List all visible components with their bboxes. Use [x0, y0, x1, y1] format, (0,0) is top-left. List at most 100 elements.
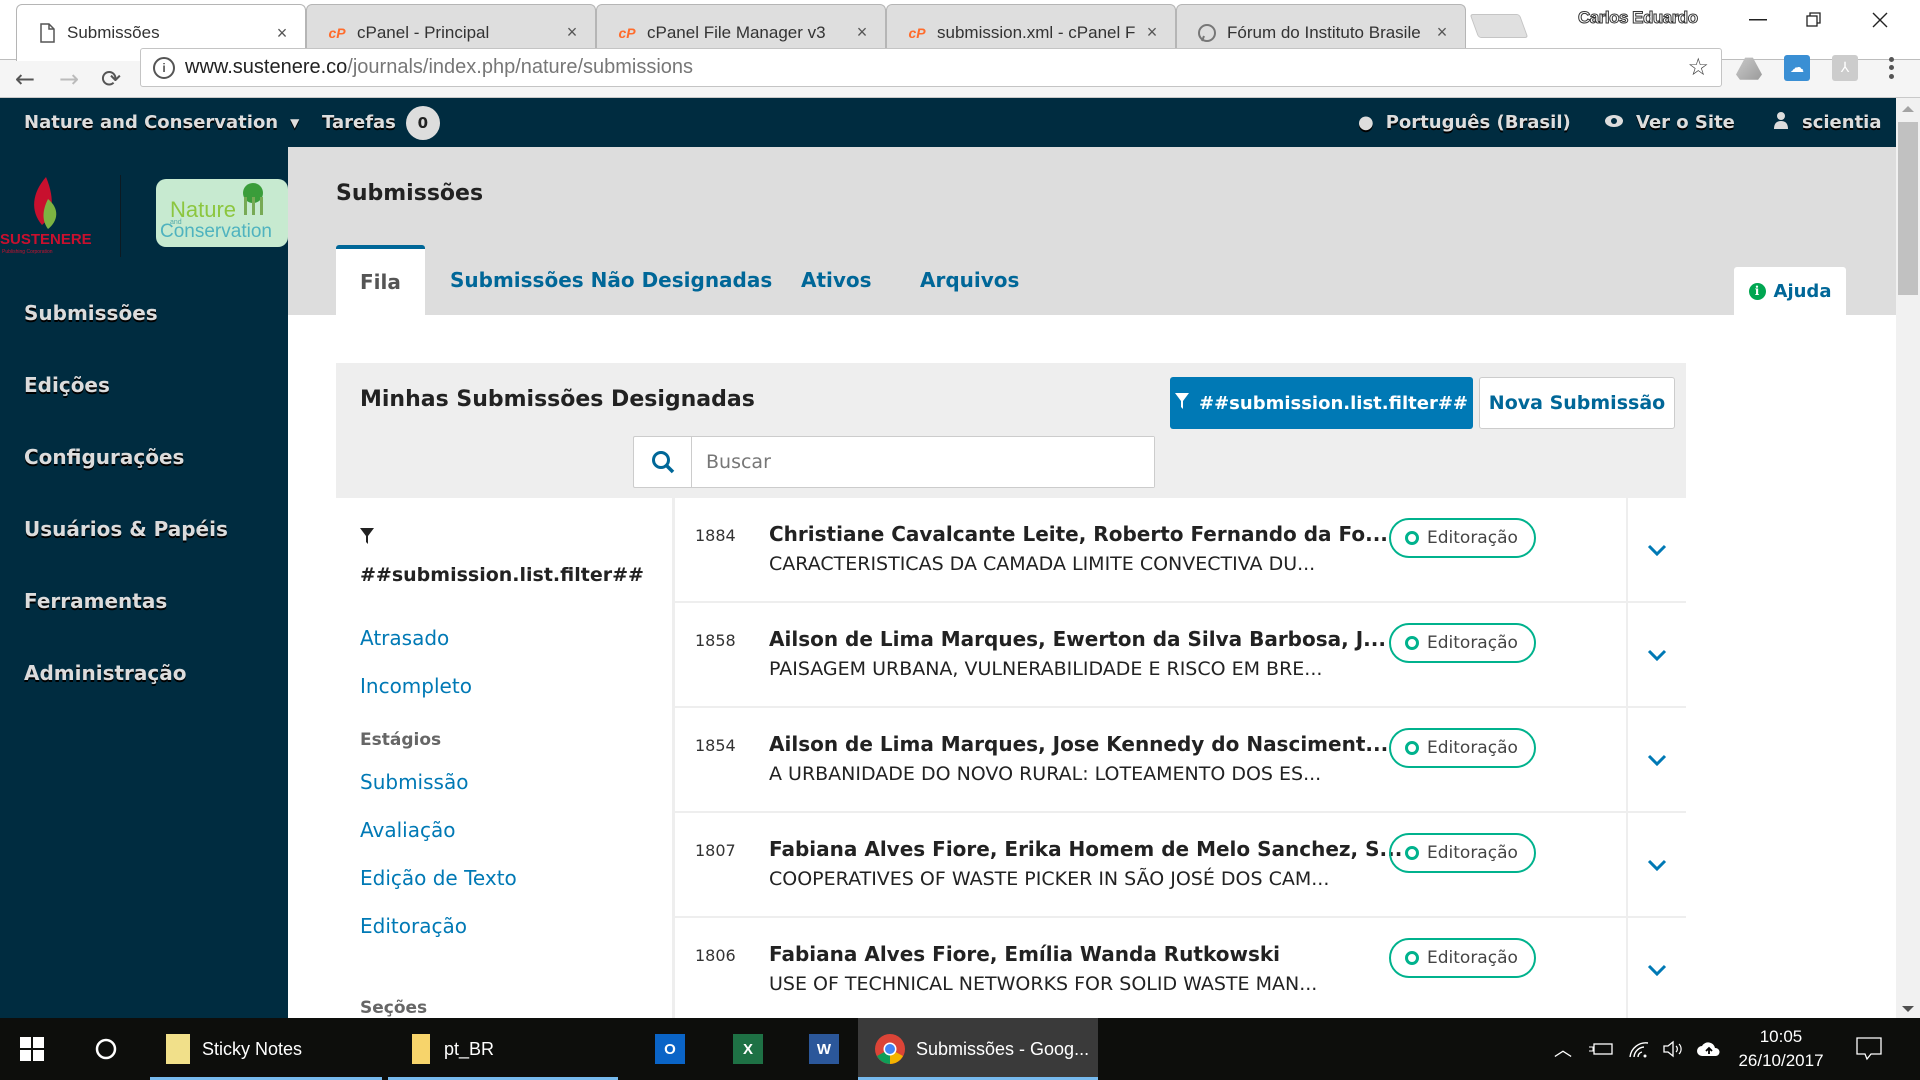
sidebar-item-administration[interactable]: Administração [24, 661, 187, 685]
show-hidden-icons[interactable]: ︿ [1554, 1018, 1572, 1080]
action-center-icon[interactable] [1856, 1018, 1882, 1080]
tab-queue[interactable]: Fila [336, 245, 425, 315]
back-icon[interactable]: ← [10, 64, 40, 94]
scroll-up-icon[interactable] [1902, 106, 1914, 112]
submission-title[interactable]: CARACTERISTICAS DA CAMADA LIMITE CONVECT… [769, 553, 1315, 575]
taskbar-app-word[interactable]: W [802, 1018, 846, 1080]
close-window-icon[interactable] [1850, 0, 1910, 40]
sidebar-item-tools[interactable]: Ferramentas [24, 589, 167, 613]
submission-title[interactable]: USE OF TECHNICAL NETWORKS FOR SOLID WAST… [769, 973, 1317, 995]
reload-icon[interactable]: ⟳ [96, 64, 126, 94]
list-title: Minhas Submissões Designadas [360, 387, 755, 412]
expand-button[interactable] [1626, 498, 1686, 601]
taskbar-app-excel[interactable]: X [726, 1018, 770, 1080]
volume-icon[interactable] [1662, 1018, 1686, 1080]
submission-row[interactable]: 1806 Fabiana Alves Fiore, Emília Wanda R… [675, 918, 1686, 1021]
address-bar[interactable]: i www.sustenere.co/journals/index.php/na… [140, 48, 1722, 87]
tab-active[interactable]: Ativos [801, 245, 872, 315]
expand-button[interactable] [1626, 603, 1686, 706]
submission-row[interactable]: 1884 Christiane Cavalcante Leite, Robert… [675, 498, 1686, 601]
cpanel-icon: cP [328, 24, 346, 41]
close-tab-icon[interactable]: × [273, 23, 291, 44]
submission-title[interactable]: A URBANIDADE DO NOVO RURAL: LOTEAMENTO D… [769, 763, 1321, 785]
chevron-down-icon [1647, 544, 1667, 556]
filter-stage-copyediting[interactable]: Edição de Texto [360, 866, 517, 890]
sidebar-item-submissions[interactable]: Submissões [24, 301, 158, 325]
chrome-menu-icon[interactable] [1886, 55, 1896, 81]
filter-stage-production[interactable]: Editoração [360, 914, 467, 938]
close-tab-icon[interactable]: × [1143, 22, 1161, 43]
close-tab-icon[interactable]: × [853, 22, 871, 43]
battery-icon[interactable] [1588, 1018, 1614, 1080]
filter-button-label: ##submission.list.filter## [1199, 392, 1468, 414]
taskbar-app-sticky-notes[interactable]: Sticky Notes [150, 1018, 382, 1080]
close-tab-icon[interactable]: × [563, 22, 581, 43]
submission-row[interactable]: 1807 Fabiana Alves Fiore, Erika Homem de… [675, 813, 1686, 916]
url-host: www.sustenere.co [185, 56, 348, 78]
taskbar-app-outlook[interactable]: O [648, 1018, 692, 1080]
onedrive-upload-icon[interactable] [1696, 1018, 1722, 1080]
filter-stage-submission[interactable]: Submissão [360, 770, 468, 794]
taskbar-app-label: Submissões - Goog... [916, 1038, 1090, 1059]
excel-icon: X [733, 1034, 763, 1064]
scroll-down-icon[interactable] [1902, 1006, 1914, 1012]
tab-title: Submissões [67, 23, 160, 42]
close-tab-icon[interactable]: × [1433, 22, 1451, 43]
tasks-label: Tarefas [322, 112, 396, 133]
expand-button[interactable] [1626, 918, 1686, 1021]
tab-unassigned[interactable]: Submissões Não Designadas [450, 245, 772, 315]
taskbar-app-folder[interactable]: pt_BR [388, 1018, 618, 1080]
submission-authors[interactable]: Ailson de Lima Marques, Ewerton da Silva… [769, 627, 1386, 651]
sidebar-item-users-roles[interactable]: Usuários & Papéis [24, 517, 228, 541]
sustenere-logo[interactable]: SUSTENERE Publishing Corporation [0, 169, 95, 259]
expand-button[interactable] [1626, 813, 1686, 916]
publisher-subtitle: Publishing Corporation [2, 249, 53, 255]
new-submission-button[interactable]: Nova Submissão [1479, 377, 1675, 429]
taskbar-app-chrome[interactable]: Submissões - Goog... [858, 1018, 1098, 1080]
scrollbar-thumb[interactable] [1898, 122, 1918, 295]
profile-name[interactable]: Carlos Eduardo [1578, 8, 1699, 28]
wifi-icon[interactable] [1628, 1018, 1650, 1080]
restore-icon[interactable] [1784, 0, 1844, 40]
filter-incomplete[interactable]: Incompleto [360, 674, 472, 698]
cortana-icon[interactable] [94, 1018, 124, 1080]
help-button[interactable]: i Ajuda [1734, 267, 1846, 315]
sidebar-item-issues[interactable]: Edições [24, 373, 110, 397]
windows-start-icon[interactable] [20, 1018, 50, 1080]
submission-row[interactable]: 1858 Ailson de Lima Marques, Ewerton da … [675, 603, 1686, 706]
submission-authors[interactable]: Christiane Cavalcante Leite, Roberto Fer… [769, 522, 1388, 546]
language-button[interactable]: ● Português (Brasil) [1358, 98, 1571, 147]
stage-circle-icon [1405, 951, 1419, 965]
filter-overdue[interactable]: Atrasado [360, 626, 449, 650]
filter-button[interactable]: ##submission.list.filter## [1170, 377, 1473, 429]
search-icon[interactable] [634, 437, 692, 487]
user-menu[interactable]: scientia [1774, 98, 1882, 147]
pdf-extension-icon[interactable]: ⅄ [1832, 55, 1858, 81]
page-scrollbar[interactable] [1896, 98, 1920, 1018]
sidebar-item-settings[interactable]: Configurações [24, 445, 184, 469]
tab-archives[interactable]: Arquivos [920, 245, 1019, 315]
cloud-upload-icon[interactable]: ☁ [1784, 55, 1810, 81]
search-input[interactable] [692, 437, 1154, 487]
submission-authors[interactable]: Fabiana Alves Fiore, Erika Homem de Melo… [769, 837, 1402, 861]
submission-authors[interactable]: Fabiana Alves Fiore, Emília Wanda Rutkow… [769, 942, 1280, 966]
submission-title[interactable]: PAISAGEM URBANA, VULNERABILIDADE E RISCO… [769, 658, 1322, 680]
minimize-icon[interactable] [1728, 0, 1788, 40]
journal-switcher[interactable]: Nature and Conservation ▼ [24, 98, 299, 147]
content-area: Minhas Submissões Designadas ##submissio… [288, 315, 1896, 1023]
system-clock[interactable]: 10:05 26/10/2017 [1736, 1018, 1826, 1080]
windows-taskbar: Sticky Notes pt_BR O X W Submissões - Go… [0, 1018, 1920, 1080]
bookmark-star-icon[interactable]: ☆ [1687, 53, 1709, 82]
site-info-icon[interactable]: i [153, 56, 175, 79]
submission-row[interactable]: 1854 Ailson de Lima Marques, Jose Kenned… [675, 708, 1686, 811]
expand-button[interactable] [1626, 708, 1686, 811]
tasks-button[interactable]: Tarefas 0 [322, 98, 440, 147]
filter-stage-review[interactable]: Avaliação [360, 818, 455, 842]
view-site-link[interactable]: Ver o Site [1604, 98, 1735, 147]
logo-divider [120, 175, 121, 257]
forward-icon[interactable]: → [54, 64, 84, 94]
journal-logo[interactable]: Nature and Conservation [156, 179, 288, 247]
submission-authors[interactable]: Ailson de Lima Marques, Jose Kennedy do … [769, 732, 1388, 756]
submission-title[interactable]: COOPERATIVES OF WASTE PICKER IN SÃO JOSÉ… [769, 868, 1329, 890]
new-tab-button[interactable] [1469, 14, 1529, 38]
